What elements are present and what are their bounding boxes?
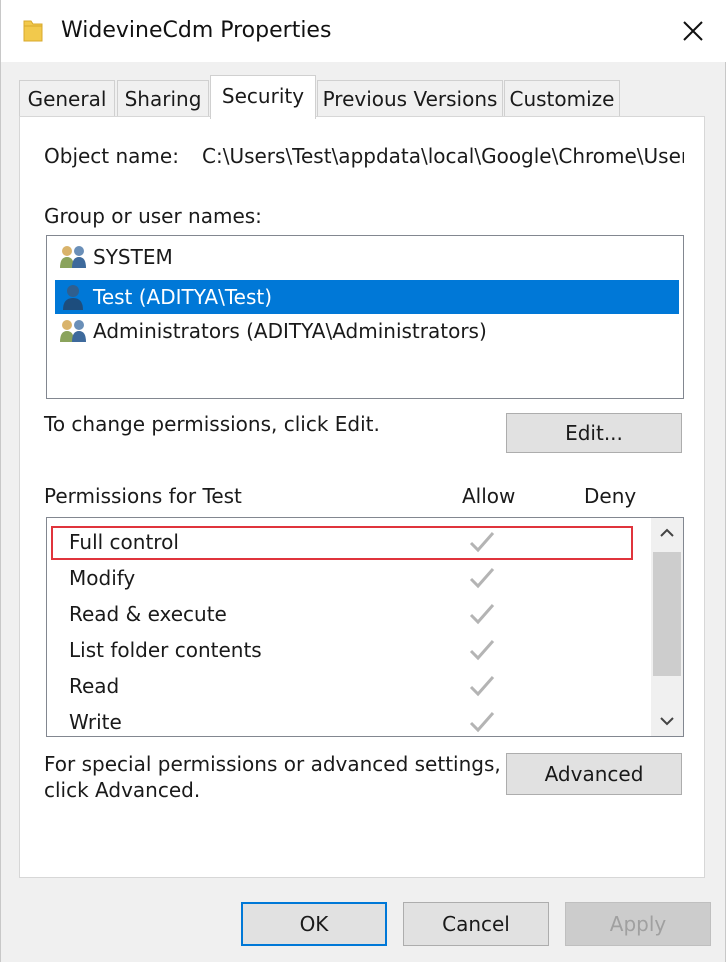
object-name-label: Object name: xyxy=(44,144,179,168)
permission-name: Read xyxy=(69,674,120,698)
advanced-button[interactable]: Advanced xyxy=(506,753,682,795)
close-button[interactable] xyxy=(663,8,723,54)
object-name-value: C:\Users\Test\appdata\local\Google\Chrom… xyxy=(202,144,684,168)
advanced-text-line2: click Advanced. xyxy=(44,778,201,802)
permission-name: Full control xyxy=(69,530,179,554)
permissions-scrollbar[interactable] xyxy=(651,518,683,736)
tab-security[interactable]: Security xyxy=(210,75,316,119)
permissions-for-label: Permissions for Test xyxy=(44,484,242,508)
deny-header: Deny xyxy=(584,484,637,508)
permission-row-modify: Modify xyxy=(47,560,653,596)
tab-bar: General Sharing Security Previous Versio… xyxy=(1,62,726,119)
list-item-system[interactable]: SYSTEM xyxy=(55,240,679,274)
ok-button[interactable]: OK xyxy=(241,902,387,946)
chevron-up-icon xyxy=(660,528,674,537)
allow-checkmark-icon xyxy=(469,712,495,733)
user-name: SYSTEM xyxy=(93,245,173,269)
security-panel: Object name: C:\Users\Test\appdata\local… xyxy=(19,116,705,878)
users-group-icon xyxy=(60,320,86,342)
allow-checkmark-icon xyxy=(469,532,495,553)
permission-row-list-folder-contents: List folder contents xyxy=(47,632,653,668)
allow-checkmark-icon xyxy=(469,604,495,625)
permission-row-full-control: Full control xyxy=(47,524,653,560)
allow-checkmark-icon xyxy=(469,676,495,697)
tab-general[interactable]: General xyxy=(19,80,115,116)
tab-previous-versions[interactable]: Previous Versions xyxy=(317,80,503,116)
permission-name: Write xyxy=(69,710,122,734)
permission-row-read-execute: Read & execute xyxy=(47,596,653,632)
window-title: WidevineCdm Properties xyxy=(61,18,332,43)
title-bar: WidevineCdm Properties xyxy=(1,0,726,62)
apply-button[interactable]: Apply xyxy=(565,902,711,946)
chevron-down-icon xyxy=(660,717,674,726)
folder-icon xyxy=(23,20,43,42)
close-icon xyxy=(683,21,703,41)
cancel-button[interactable]: Cancel xyxy=(403,902,549,946)
list-item-test[interactable]: Test (ADITYA\Test) xyxy=(55,280,679,314)
permissions-list[interactable]: Full control Modify Read & execute List … xyxy=(46,517,684,737)
user-list[interactable]: SYSTEM Test (ADITYA\Test) Administrators… xyxy=(46,235,684,399)
allow-checkmark-icon xyxy=(469,640,495,661)
group-or-user-names-label: Group or user names: xyxy=(44,204,262,228)
user-icon xyxy=(63,285,83,310)
tab-customize[interactable]: Customize xyxy=(504,80,620,116)
permission-name: Modify xyxy=(69,566,136,590)
properties-dialog: WidevineCdm Properties General Sharing S… xyxy=(0,0,726,962)
user-name: Administrators (ADITYA\Administrators) xyxy=(93,319,487,343)
allow-checkmark-icon xyxy=(469,568,495,589)
user-name: Test (ADITYA\Test) xyxy=(93,285,273,309)
permission-row-read: Read xyxy=(47,668,653,704)
scroll-thumb[interactable] xyxy=(653,552,681,676)
allow-header: Allow xyxy=(462,484,516,508)
list-item-administrators[interactable]: Administrators (ADITYA\Administrators) xyxy=(55,314,679,348)
change-permissions-text: To change permissions, click Edit. xyxy=(44,412,380,436)
tab-sharing[interactable]: Sharing xyxy=(117,80,209,116)
edit-button[interactable]: Edit... xyxy=(506,413,682,453)
permission-name: Read & execute xyxy=(69,602,227,626)
scroll-down-button[interactable] xyxy=(651,706,683,736)
permission-row-write: Write xyxy=(47,704,653,736)
permission-name: List folder contents xyxy=(69,638,262,662)
scroll-up-button[interactable] xyxy=(651,518,683,548)
users-group-icon xyxy=(60,246,86,268)
advanced-text-line1: For special permissions or advanced sett… xyxy=(44,752,501,776)
